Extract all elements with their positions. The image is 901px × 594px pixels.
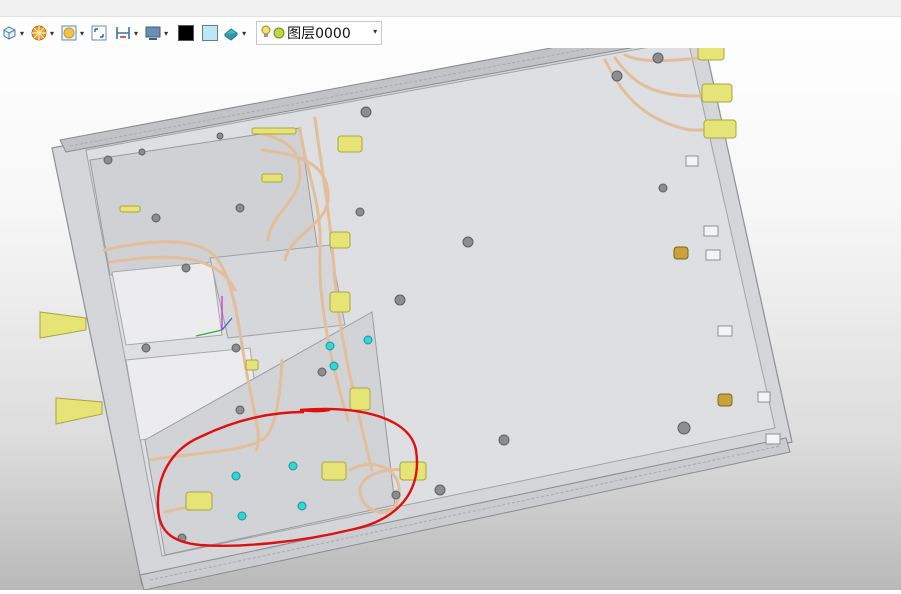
cad-toolbar: ▾ ▾ ▾ ▾ ▾ ▾ 图层0000 ▾ bbox=[0, 18, 430, 48]
layer-selector[interactable]: 图层0000 ▾ bbox=[256, 21, 383, 45]
render-style-tool[interactable]: ▾ bbox=[30, 20, 54, 46]
side-connector-upper bbox=[39, 311, 87, 339]
color-black-swatch[interactable] bbox=[178, 25, 195, 41]
display-mode-icon bbox=[144, 24, 162, 42]
zoom-fit-icon bbox=[90, 24, 108, 42]
chevron-down-icon[interactable]: ▾ bbox=[164, 29, 168, 38]
side-connector-lower bbox=[55, 397, 103, 425]
chevron-down-icon: ▾ bbox=[373, 27, 378, 36]
fill-tool[interactable]: ▾ bbox=[222, 20, 246, 46]
color-light-blue-swatch[interactable] bbox=[202, 25, 219, 41]
view-cube-icon bbox=[0, 24, 18, 42]
section-view-icon bbox=[114, 24, 132, 42]
zoom-fit-tool[interactable] bbox=[90, 20, 108, 46]
display-mode-tool[interactable]: ▾ bbox=[144, 20, 168, 46]
render-style-icon bbox=[30, 24, 48, 42]
chevron-down-icon[interactable]: ▾ bbox=[242, 29, 246, 38]
layer-color-dot-icon bbox=[273, 24, 285, 43]
lightbulb-icon bbox=[261, 24, 271, 43]
chevron-down-icon[interactable]: ▾ bbox=[50, 29, 54, 38]
shading-icon bbox=[60, 24, 78, 42]
shading-tool[interactable]: ▾ bbox=[60, 20, 84, 46]
window-top-strip bbox=[0, 0, 901, 17]
section-view-tool[interactable]: ▾ bbox=[114, 20, 138, 46]
fill-bucket-icon bbox=[222, 24, 240, 42]
3d-viewport[interactable] bbox=[0, 19, 901, 591]
chevron-down-icon[interactable]: ▾ bbox=[80, 29, 84, 38]
chevron-down-icon[interactable]: ▾ bbox=[134, 29, 138, 38]
chevron-down-icon[interactable]: ▾ bbox=[20, 29, 24, 38]
cad-model-render bbox=[39, 19, 793, 591]
layer-name: 图层0000 bbox=[287, 26, 351, 42]
view-cube-tool[interactable]: ▾ bbox=[0, 20, 24, 46]
sub-panel-window-a bbox=[111, 261, 223, 346]
